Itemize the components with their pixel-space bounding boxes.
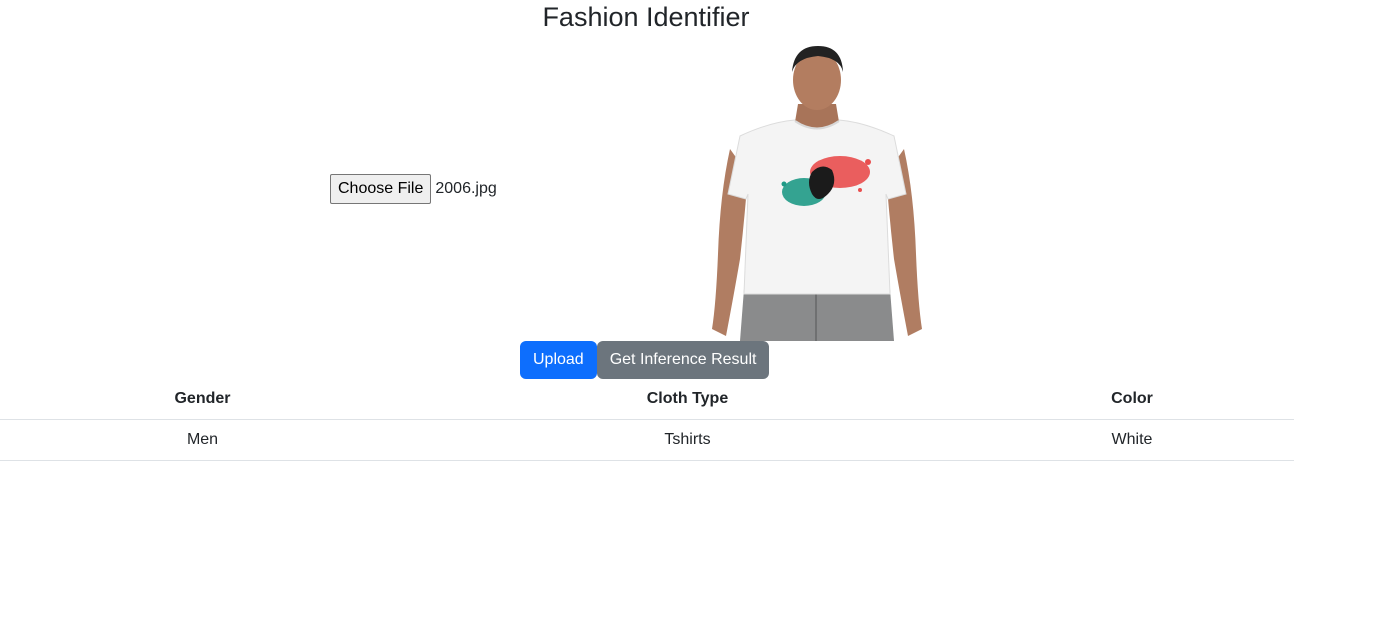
cell-color: White (970, 419, 1294, 461)
action-buttons: Upload Get Inference Result (520, 341, 770, 379)
table-header-row: Gender Cloth Type Color (0, 379, 1294, 420)
page-title: Fashion Identifier (542, 2, 750, 32)
cell-gender: Men (0, 419, 405, 461)
cell-cloth-type: Tshirts (405, 419, 970, 461)
table-row: Men Tshirts White (0, 419, 1294, 461)
get-inference-result-button[interactable]: Get Inference Result (596, 341, 770, 379)
results-table: Gender Cloth Type Color Men Tshirts Whit… (0, 379, 1294, 461)
image-preview (700, 44, 934, 341)
header-gender: Gender (0, 379, 405, 420)
file-picker[interactable]: Choose File 2006.jpg (330, 174, 497, 204)
header-cloth-type: Cloth Type (405, 379, 970, 420)
header-color: Color (970, 379, 1294, 420)
preview-image (712, 46, 922, 341)
upload-button[interactable]: Upload (520, 341, 597, 379)
selected-file-name: 2006.jpg (435, 180, 497, 197)
choose-file-button[interactable]: Choose File (330, 174, 432, 204)
